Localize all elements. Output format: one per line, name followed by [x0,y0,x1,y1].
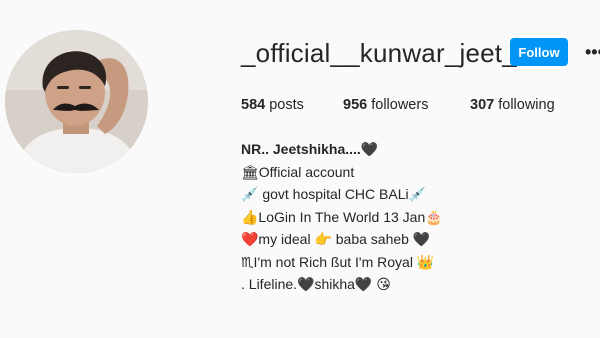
posts-label: posts [269,97,304,113]
bio-line: ❤️my ideal 👉 baba saheb 🖤 [241,231,431,247]
bio-line: 💉 govt hospital CHC BALi💉 [241,186,427,202]
followers-label: followers [371,97,429,113]
avatar-photo [5,30,148,173]
bio-line: ♏I'm not Rich ßut I'm Royal 👑 [241,253,435,270]
follow-button[interactable]: Follow [510,38,568,66]
bio-display-name: NR.. Jeetshikha....🖤 [241,141,379,157]
followers-stat[interactable]: 956 followers [343,97,428,113]
followers-count: 956 [343,97,368,113]
profile-username: _official__kunwar_jeet_ [241,38,517,68]
profile-avatar[interactable] [5,30,148,173]
profile-bio: NR.. Jeetshikha....🖤 🏛Official account 💉… [241,138,443,296]
following-label: following [498,97,555,113]
following-count: 307 [470,97,495,113]
bio-line: 👍LoGin In The World 13 Jan🎂 [241,208,443,225]
bio-line: 🏛Official account [241,163,355,180]
bio-line: . Lifeline.🖤shikha🖤 😘 [241,276,391,292]
following-stat[interactable]: 307 following [470,97,555,113]
posts-stat[interactable]: 584 posts [241,97,304,113]
more-options-icon[interactable]: ••• [585,42,600,62]
posts-count: 584 [241,97,266,113]
